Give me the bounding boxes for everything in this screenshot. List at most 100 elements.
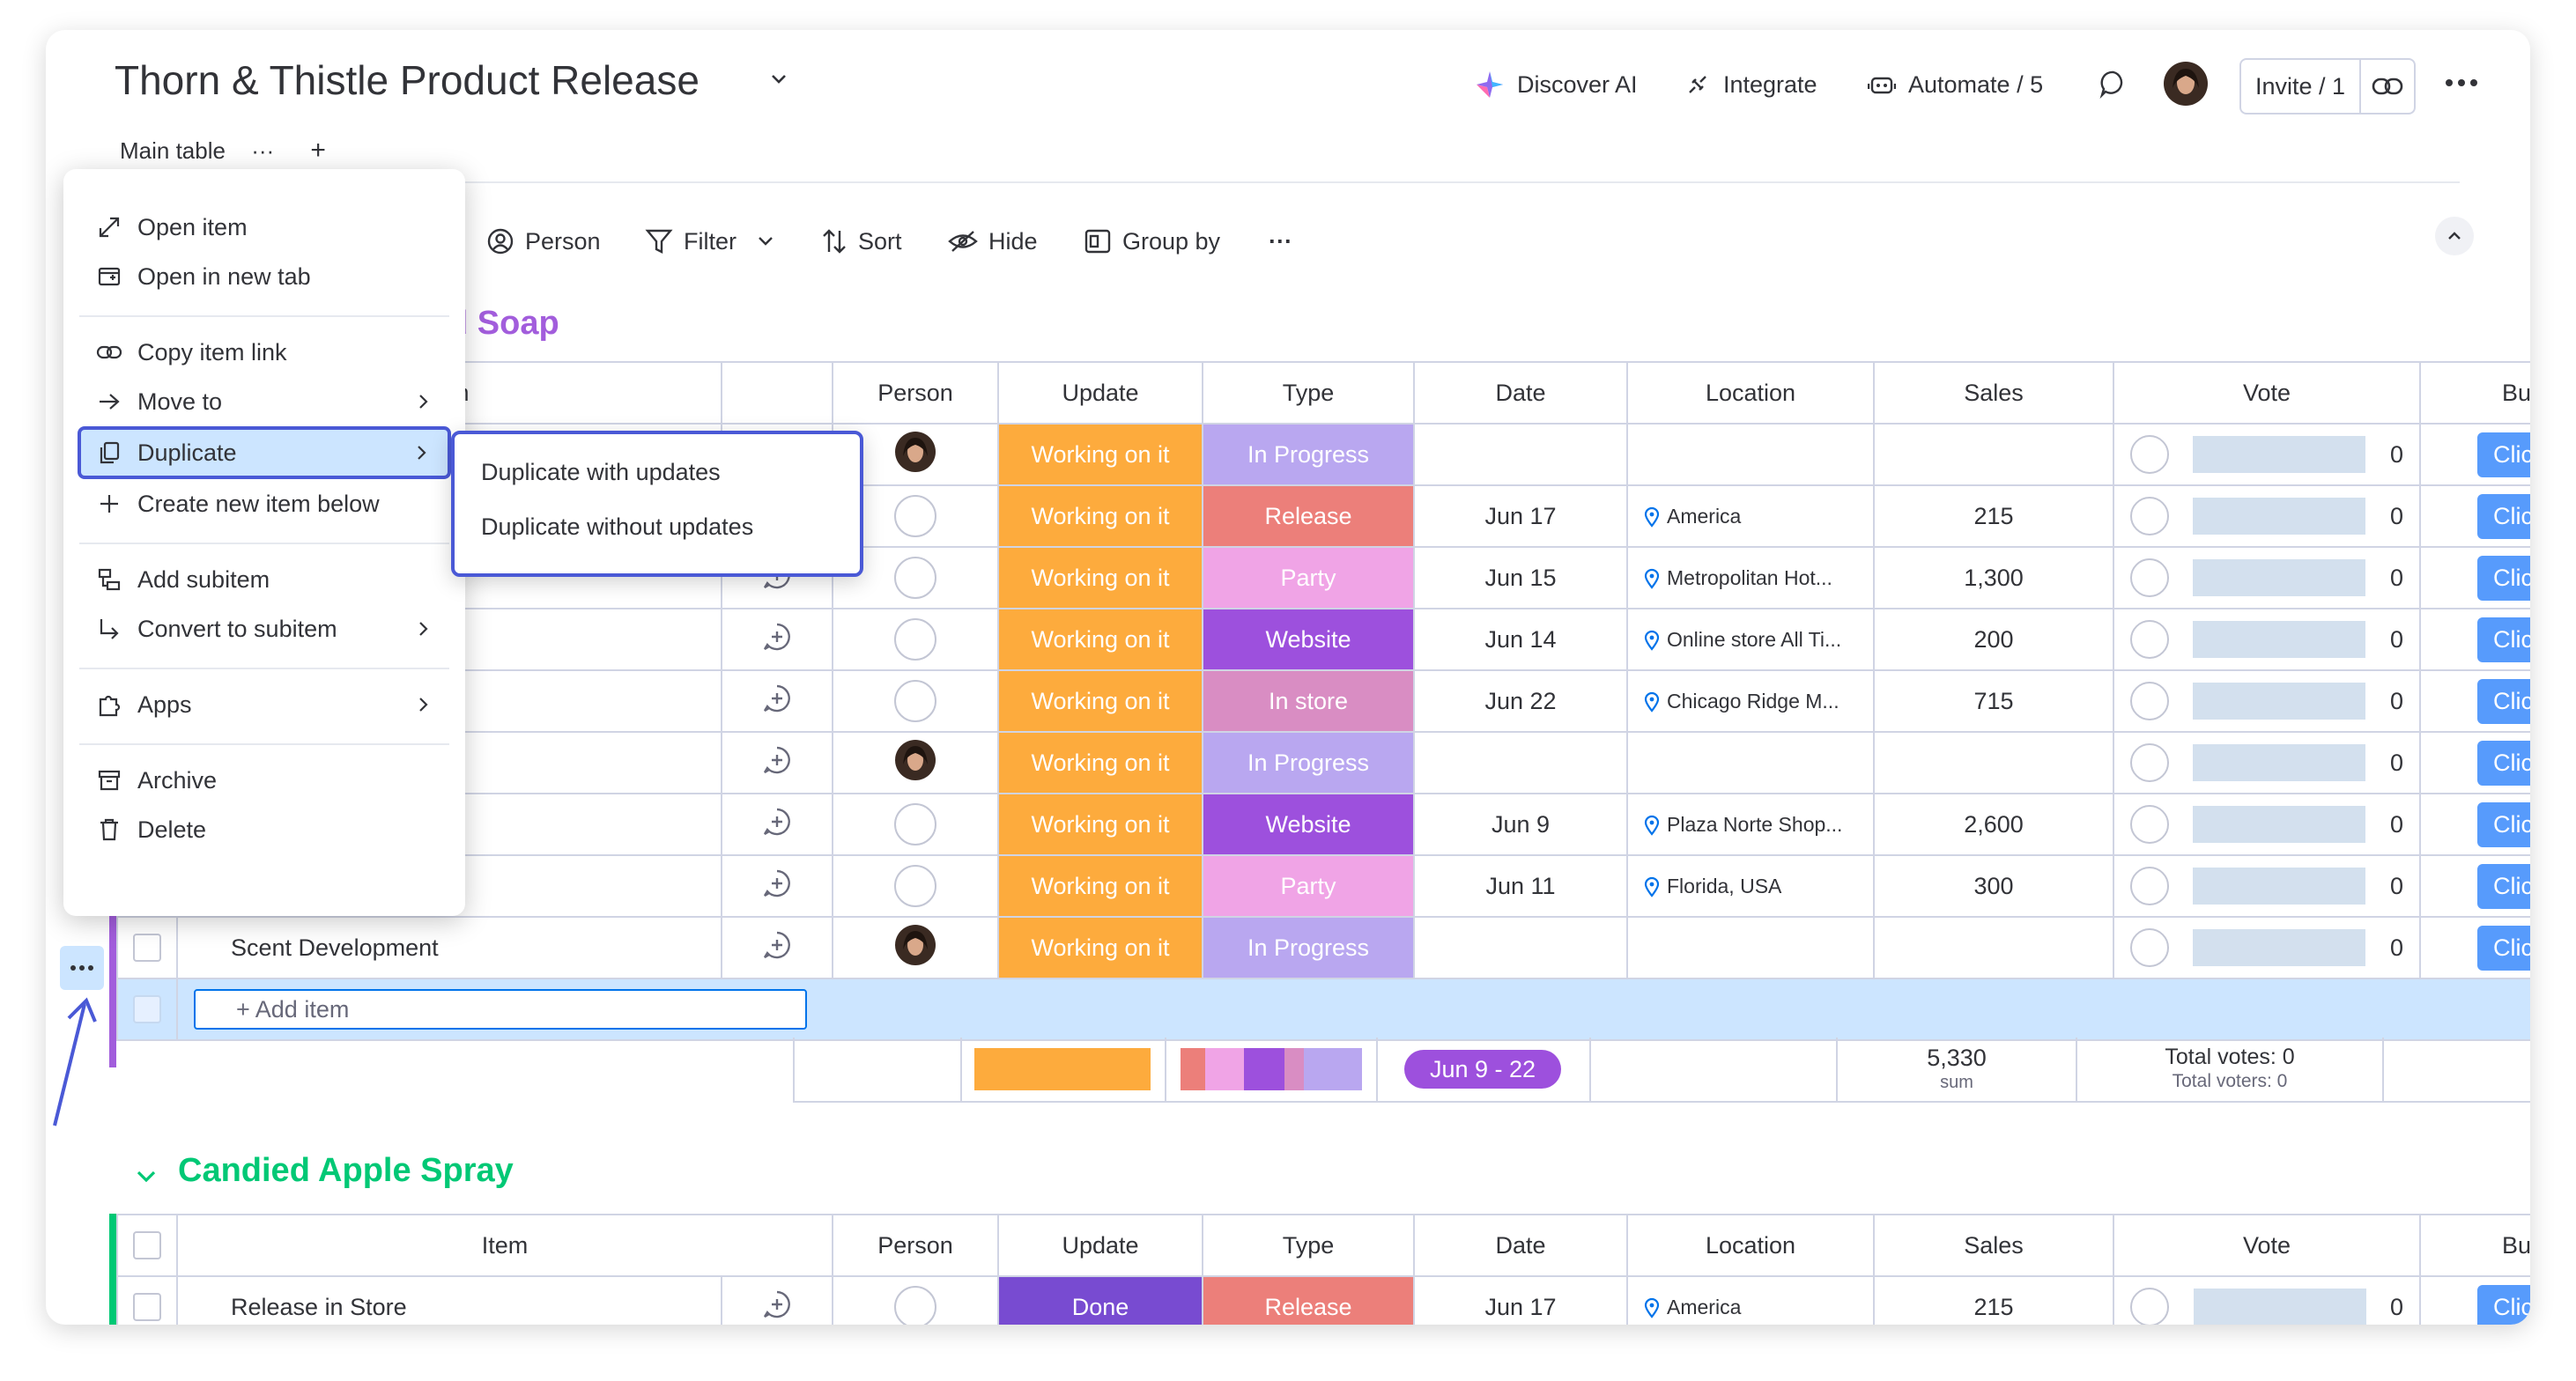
menu-item-create-below[interactable]: Create new item below (63, 479, 465, 528)
tab-main-table[interactable]: Main table ··· + (120, 136, 326, 166)
update-status-cell[interactable]: Working on it (997, 793, 1203, 856)
date-cell[interactable]: Jun 17 (1413, 484, 1628, 548)
table-row[interactable]: Scent Development Working on it In Progres… (116, 916, 2530, 979)
vote-cell[interactable]: 0 (2113, 423, 2421, 486)
duplicate-with-updates-option[interactable]: Duplicate with updates (481, 459, 721, 486)
table-row[interactable]: Release in Store Done Release Jun 17 Ame… (116, 1275, 2530, 1325)
add-view-button[interactable]: + (310, 136, 326, 165)
copy-link-icon[interactable] (2361, 77, 2414, 96)
filter-button[interactable]: Filter (645, 224, 775, 259)
click-me-button[interactable]: Click m (2477, 678, 2530, 724)
column-header-location[interactable]: Location (1626, 361, 1875, 425)
date-cell[interactable]: Jun 15 (1413, 546, 1628, 609)
add-update-icon[interactable] (762, 745, 792, 775)
update-summary-bar[interactable] (974, 1048, 1151, 1090)
vote-toggle[interactable] (2130, 928, 2169, 967)
item-name[interactable]: Release in Store (176, 1275, 722, 1325)
add-update-icon[interactable] (762, 930, 792, 960)
add-update-cell[interactable] (721, 608, 833, 671)
column-header-button[interactable]: Button (2419, 361, 2530, 425)
update-status-cell[interactable]: Working on it (997, 546, 1203, 609)
column-header-update[interactable]: Update (997, 1214, 1204, 1277)
table-row[interactable]: Working on it Website Jun 14 Online store A… (116, 608, 2530, 671)
row-checkbox[interactable] (133, 934, 161, 963)
click-me-button[interactable]: Click m (2477, 740, 2530, 786)
click-me-button[interactable]: Click m (2477, 801, 2530, 847)
row-select-cell[interactable] (116, 1275, 178, 1325)
add-update-icon[interactable] (762, 868, 792, 898)
vote-toggle[interactable] (2130, 558, 2169, 597)
add-item-input[interactable]: + Add item (194, 989, 807, 1030)
menu-item-move-to[interactable]: Move to (63, 377, 465, 426)
sales-cell[interactable] (1873, 731, 2114, 794)
vote-toggle[interactable] (2130, 435, 2169, 474)
type-status-cell[interactable]: Party (1202, 854, 1415, 918)
row-checkbox[interactable] (133, 1293, 161, 1322)
sales-cell[interactable] (1873, 423, 2114, 486)
select-all-checkbox[interactable] (133, 1231, 161, 1260)
vote-toggle[interactable] (2130, 620, 2169, 659)
column-header-button[interactable]: Button (2419, 1214, 2530, 1277)
update-status-cell[interactable]: Working on it (997, 916, 1203, 979)
discover-ai-button[interactable]: Discover AI (1475, 69, 1638, 100)
vote-cell[interactable]: 0 (2113, 484, 2421, 548)
vote-toggle[interactable] (2130, 805, 2169, 844)
menu-item-open-new-tab[interactable]: Open in new tab (63, 252, 465, 301)
sales-cell[interactable]: 200 (1873, 608, 2114, 671)
date-cell[interactable]: Jun 17 (1413, 1275, 1629, 1325)
type-status-cell[interactable]: In Progress (1202, 731, 1415, 794)
update-status-cell[interactable]: Working on it (997, 423, 1203, 486)
click-me-button[interactable]: Click m (2477, 555, 2530, 601)
empty-person-icon[interactable] (894, 680, 936, 722)
item-name[interactable]: Scent Development (176, 916, 722, 979)
location-cell[interactable]: Metropolitan Hot... (1626, 546, 1875, 609)
update-status-cell[interactable]: Working on it (997, 608, 1203, 671)
column-header-update[interactable]: Update (997, 361, 1203, 425)
location-cell[interactable]: Plaza Norte Shop... (1626, 793, 1875, 856)
add-update-icon[interactable] (762, 622, 792, 652)
column-header-sales[interactable]: Sales (1873, 361, 2114, 425)
empty-person-icon[interactable] (894, 557, 936, 599)
click-me-button[interactable]: Click m (2477, 925, 2530, 971)
click-me-button[interactable]: Click m (2477, 432, 2530, 477)
column-header-vote[interactable]: Vote (2113, 1214, 2422, 1277)
type-status-cell[interactable]: Party (1202, 546, 1415, 609)
table-row[interactable]: Working on it Website Jun 9 Plaza Norte Sho… (116, 793, 2530, 856)
click-me-button[interactable]: Click m (2477, 1284, 2530, 1325)
group-title-candied-apple-spray[interactable]: Candied Apple Spray (178, 1152, 514, 1190)
chevron-down-icon[interactable] (756, 232, 775, 251)
tab-more-icon[interactable]: ··· (251, 137, 274, 164)
sales-cell[interactable]: 300 (1873, 854, 2114, 918)
update-status-cell[interactable]: Working on it (997, 731, 1203, 794)
vote-cell[interactable]: 0 (2113, 731, 2421, 794)
column-header-date[interactable]: Date (1413, 1214, 1629, 1277)
person-cell[interactable] (832, 1275, 1000, 1325)
location-cell[interactable] (1626, 423, 1875, 486)
column-header-sales[interactable]: Sales (1873, 1214, 2115, 1277)
group-by-button[interactable]: Group by (1084, 224, 1220, 259)
person-cell[interactable] (832, 608, 999, 671)
row-more-button[interactable] (60, 946, 104, 990)
column-header-person[interactable]: Person (832, 1214, 1000, 1277)
person-cell[interactable] (832, 854, 999, 918)
vote-cell[interactable]: 0 (2113, 546, 2421, 609)
vote-cell[interactable]: 0 (2113, 669, 2421, 733)
sales-cell[interactable]: 215 (1873, 1275, 2115, 1325)
table-row[interactable]: Working on it In store Jun 22 Chicago Ridge… (116, 669, 2530, 733)
board-title[interactable]: Thorn & Thistle Product Release (115, 56, 700, 104)
add-update-cell[interactable] (721, 916, 833, 979)
person-avatar[interactable] (895, 924, 936, 965)
add-update-cell[interactable] (721, 669, 833, 733)
date-range-summary[interactable]: Jun 9 - 22 (1404, 1050, 1561, 1089)
person-cell[interactable] (832, 916, 999, 979)
vote-toggle[interactable] (2130, 1288, 2170, 1325)
click-me-button[interactable]: Click m (2477, 617, 2530, 662)
update-status-cell[interactable]: Working on it (997, 854, 1203, 918)
date-cell[interactable]: Jun 22 (1413, 669, 1628, 733)
collapse-toolbar-button[interactable] (2435, 217, 2474, 255)
more-options-icon[interactable] (2444, 78, 2479, 88)
add-update-cell[interactable] (721, 793, 833, 856)
vote-cell[interactable]: 0 (2113, 608, 2421, 671)
chat-bubble-icon[interactable] (2099, 69, 2128, 99)
column-header-type[interactable]: Type (1202, 1214, 1416, 1277)
